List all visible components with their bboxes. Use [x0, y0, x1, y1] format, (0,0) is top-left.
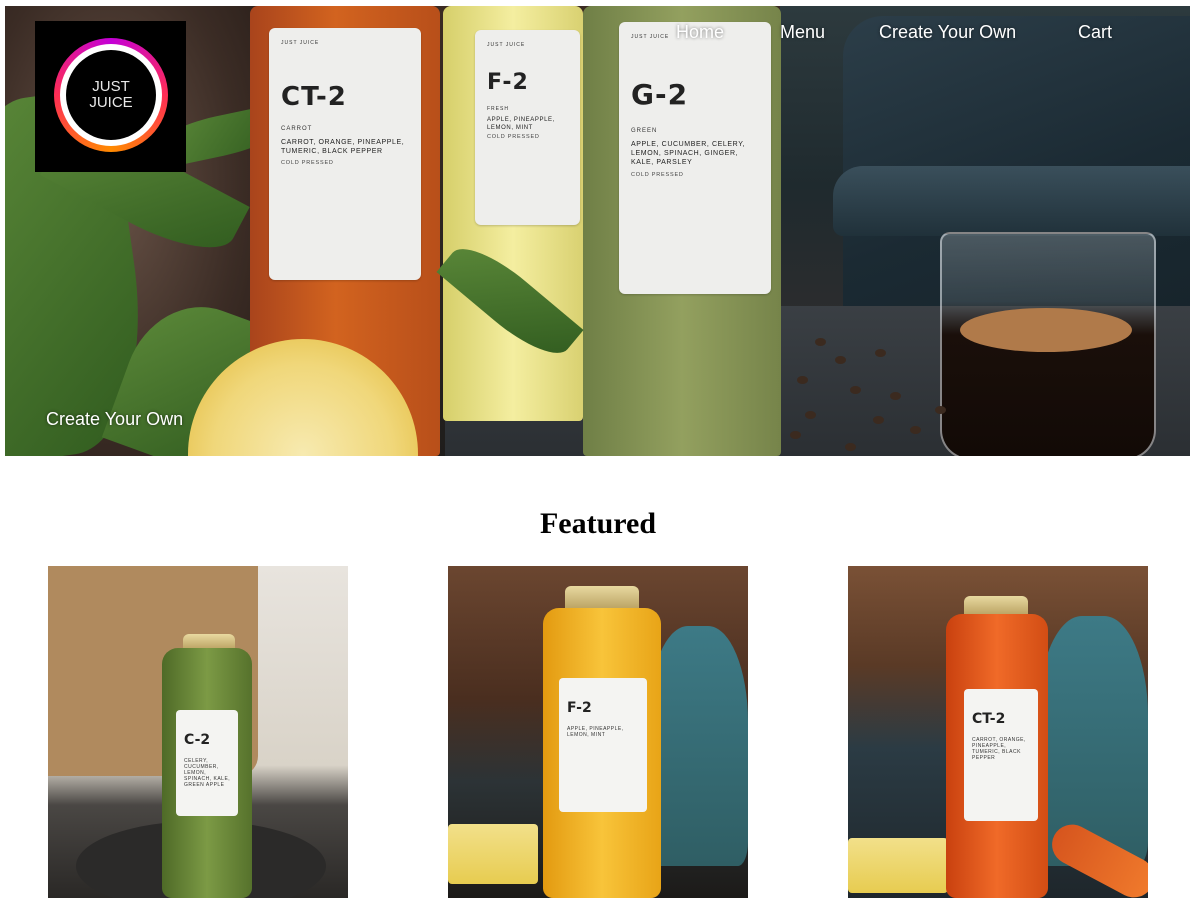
bottle-label: JUST JUICE CT-2 CARROT CARROT, ORANGE, P…: [269, 28, 421, 280]
coffee-bean: [815, 338, 826, 346]
bottle-label: C-2 CELERY, CUCUMBER, LEMON, SPINACH, KA…: [176, 710, 238, 816]
logo-center: JUST JUICE: [66, 50, 156, 140]
label-brand: JUST JUICE: [487, 42, 526, 48]
label-ingredients: APPLE, PINEAPPLE, LEMON, MINT: [567, 726, 624, 738]
logo-text-line2: JUICE: [89, 94, 133, 111]
featured-heading: Featured: [539, 507, 657, 540]
label-ingredients: APPLE, CUCUMBER, CELERY, LEMON, SPINACH,…: [631, 141, 746, 166]
label-note: COLD PRESSED: [281, 160, 334, 166]
label-note: COLD PRESSED: [487, 134, 540, 140]
label-kind: GREEN: [631, 128, 658, 134]
logo-text-line1: JUST: [92, 78, 130, 95]
featured-product-card[interactable]: C-2 CELERY, CUCUMBER, LEMON, SPINACH, KA…: [48, 566, 348, 898]
label-note: COLD PRESSED: [631, 172, 684, 178]
bottle-label: JUST JUICE G-2 GREEN APPLE, CUCUMBER, CE…: [619, 22, 771, 294]
label-code: G-2: [631, 78, 689, 111]
coffee-bean: [910, 426, 921, 434]
coffee-bean: [790, 431, 801, 439]
label-code: F-2: [567, 700, 592, 716]
coffee-bean: [845, 443, 856, 451]
coffee-bean: [805, 411, 816, 419]
label-code: C-2: [184, 732, 211, 748]
label-brand: JUST JUICE: [631, 34, 670, 40]
bottle-label: CT-2 CARROT, ORANGE, PINEAPPLE, TUMERIC,…: [964, 689, 1038, 821]
label-ingredients: CARROT, ORANGE, PINEAPPLE, TUMERIC, BLAC…: [972, 737, 1026, 761]
bottle-label: F-2 APPLE, PINEAPPLE, LEMON, MINT: [559, 678, 647, 812]
coffee-bean: [935, 406, 946, 414]
sofa-arm-image: [833, 166, 1190, 236]
coffee-bean: [873, 416, 884, 424]
bottle-cap: [565, 586, 639, 610]
nav-menu-link[interactable]: Menu: [780, 22, 825, 43]
bottle-cap: [964, 596, 1028, 616]
label-code: F-2: [487, 70, 529, 95]
featured-product-card[interactable]: CT-2 CARROT, ORANGE, PINEAPPLE, TUMERIC,…: [848, 566, 1148, 898]
label-code: CT-2: [972, 711, 1006, 727]
label-brand: JUST JUICE: [281, 40, 320, 46]
coffee-bean: [835, 356, 846, 364]
coffee-bean: [850, 386, 861, 394]
nav-create-your-own-link[interactable]: Create Your Own: [879, 22, 1016, 43]
coffee-bean: [875, 349, 886, 357]
bottle-label: JUST JUICE F-2 FRESH APPLE, PINEAPPLE, L…: [475, 30, 580, 225]
pineapple-image: [1038, 616, 1148, 866]
coffee-bean: [797, 376, 808, 384]
featured-product-card[interactable]: F-2 APPLE, PINEAPPLE, LEMON, MINT: [448, 566, 748, 898]
label-kind: FRESH: [487, 106, 509, 112]
espresso-crema: [960, 308, 1132, 352]
label-ingredients: CELERY, CUCUMBER, LEMON, SPINACH, KALE, …: [184, 758, 231, 788]
label-ingredients: CARROT, ORANGE, PINEAPPLE, TUMERIC, BLAC…: [281, 139, 405, 155]
coffee-bean: [890, 392, 901, 400]
nav-cart-link[interactable]: Cart: [1078, 22, 1112, 43]
pineapple-slice-image: [448, 824, 538, 884]
label-code: CT-2: [281, 82, 347, 112]
label-ingredients: APPLE, PINEAPPLE, LEMON, MINT: [487, 117, 555, 131]
just-juice-logo[interactable]: JUST JUICE: [35, 21, 186, 172]
label-kind: CARROT: [281, 126, 313, 132]
pineapple-slice-image: [848, 838, 948, 893]
nav-home-link[interactable]: Home: [676, 22, 724, 43]
pineapple-image: [648, 626, 748, 866]
hero-create-your-own-link[interactable]: Create Your Own: [46, 409, 183, 430]
